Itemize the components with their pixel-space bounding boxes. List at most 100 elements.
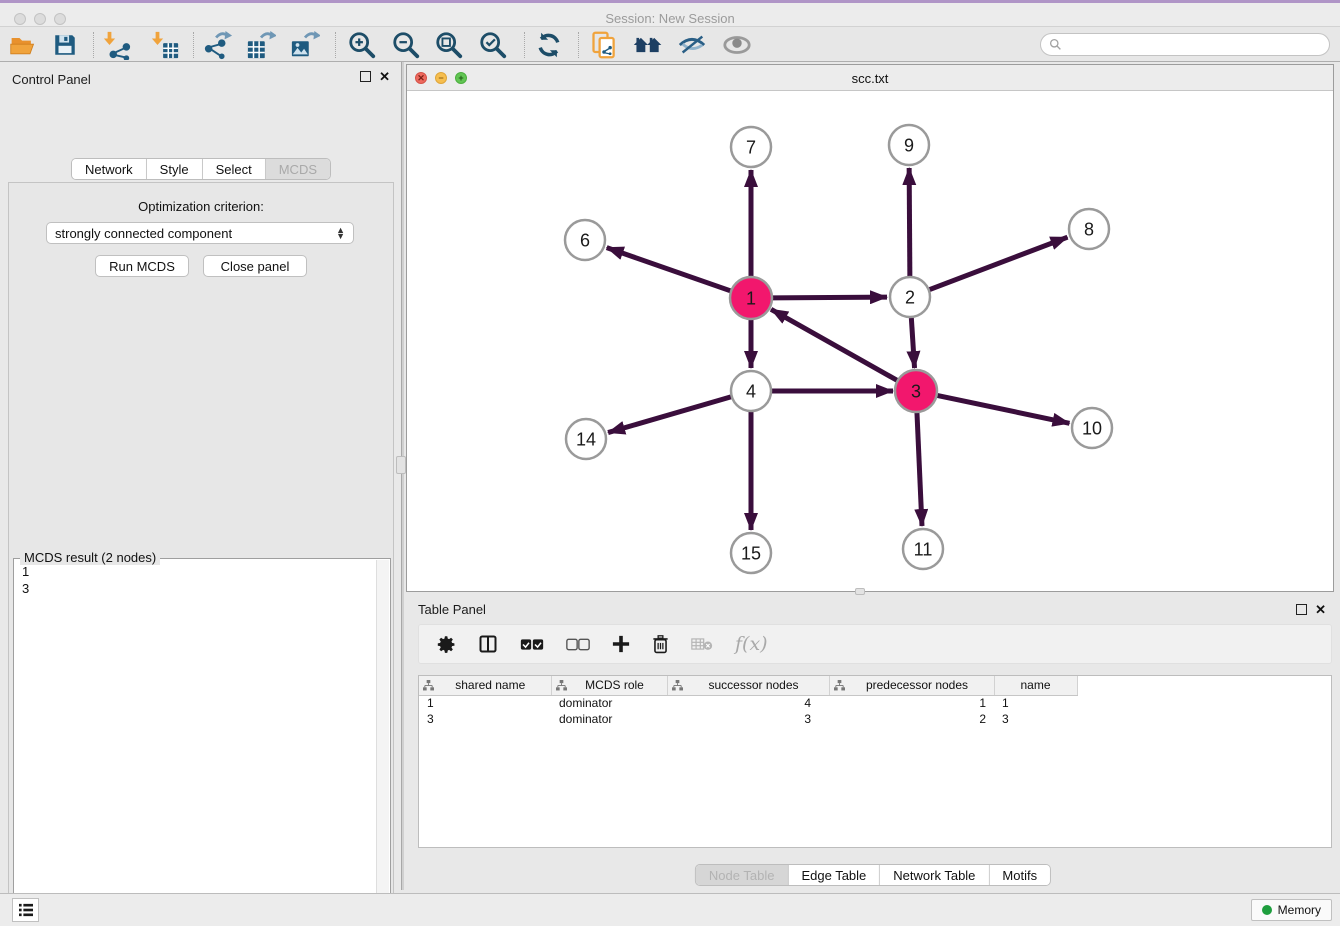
- column-header-MCDS-role[interactable]: MCDS role: [551, 676, 667, 695]
- task-history-button[interactable]: [12, 898, 39, 922]
- node-label: 8: [1084, 219, 1094, 239]
- edge-3-10[interactable]: [937, 395, 1070, 423]
- table-header-row: shared name MCDS role successor nodesprede…: [419, 676, 1331, 695]
- save-session-icon[interactable]: [48, 30, 82, 60]
- column-header-name[interactable]: name: [994, 676, 1077, 695]
- graph-node-2[interactable]: 2: [890, 277, 930, 317]
- show-columns-icon[interactable]: [478, 634, 498, 654]
- vertical-splitter[interactable]: [401, 62, 404, 890]
- export-network-icon[interactable]: [201, 30, 235, 60]
- search-field[interactable]: [1040, 33, 1330, 56]
- import-table-icon[interactable]: [148, 30, 182, 60]
- tab-network-table[interactable]: Network Table: [880, 865, 989, 885]
- close-panel-button[interactable]: Close panel: [203, 255, 307, 277]
- edge-3-1[interactable]: [771, 309, 898, 380]
- graph-node-7[interactable]: 7: [731, 127, 771, 167]
- zoom-in-icon[interactable]: [345, 30, 379, 60]
- edge-2-3[interactable]: [911, 318, 914, 368]
- first-neighbors-icon[interactable]: [631, 30, 665, 60]
- edge-2-9[interactable]: [909, 168, 910, 276]
- create-column-plus-icon[interactable]: [612, 635, 630, 653]
- column-header-shared-name[interactable]: shared name: [419, 676, 551, 695]
- table-cell[interactable]: 3: [994, 711, 1077, 727]
- table-cell-empty: [1077, 711, 1331, 727]
- table-cell[interactable]: 4: [667, 695, 829, 711]
- column-hierarchy-icon: [556, 680, 567, 691]
- table-cell[interactable]: 3: [667, 711, 829, 727]
- graph-node-9[interactable]: 9: [889, 125, 929, 165]
- edge-3-11[interactable]: [917, 412, 922, 526]
- table-row[interactable]: 1dominator411: [419, 695, 1331, 711]
- edge-1-6[interactable]: [607, 248, 731, 291]
- column-header-predecessor-nodes[interactable]: predecessor nodes: [829, 676, 994, 695]
- column-header-successor-nodes[interactable]: successor nodes: [667, 676, 829, 695]
- horizontal-splitter-grip[interactable]: [855, 588, 865, 595]
- close-panel-icon[interactable]: ✕: [379, 71, 390, 82]
- network-view-window: ✕ − + scc.txt 1234678910111415: [406, 64, 1334, 592]
- tab-motifs[interactable]: Motifs: [989, 865, 1050, 885]
- graph-node-15[interactable]: 15: [731, 533, 771, 573]
- tab-node-table[interactable]: Node Table: [696, 865, 789, 885]
- search-icon: [1049, 38, 1062, 51]
- graph-node-4[interactable]: 4: [731, 371, 771, 411]
- memory-button[interactable]: Memory: [1251, 899, 1332, 921]
- table-cell[interactable]: 1: [829, 695, 994, 711]
- control-panel-header: Control Panel ✕: [0, 62, 402, 94]
- graph-node-8[interactable]: 8: [1069, 209, 1109, 249]
- run-mcds-button[interactable]: Run MCDS: [95, 255, 189, 277]
- hide-selected-icon[interactable]: [675, 30, 709, 60]
- network-graph-canvas[interactable]: 1 2 3 4 6 7 8 9 10 11 14 15: [407, 91, 1333, 591]
- export-image-icon[interactable]: [288, 30, 322, 60]
- refresh-icon[interactable]: [532, 30, 566, 60]
- node-table[interactable]: shared name MCDS role successor nodesprede…: [418, 675, 1332, 848]
- delete-table-icon-disabled: [691, 637, 713, 651]
- zoom-out-icon[interactable]: [389, 30, 423, 60]
- edge-4-14[interactable]: [608, 397, 731, 433]
- tab-select[interactable]: Select: [203, 159, 266, 179]
- graph-node-11[interactable]: 11: [903, 529, 943, 569]
- table-cell[interactable]: 3: [419, 711, 551, 727]
- graph-node-1[interactable]: 1: [730, 277, 772, 319]
- delete-column-trash-icon[interactable]: [652, 635, 669, 654]
- table-cell[interactable]: 1: [419, 695, 551, 711]
- graph-node-14[interactable]: 14: [566, 419, 606, 459]
- table-row[interactable]: 3dominator323: [419, 711, 1331, 727]
- column-header-label: MCDS role: [567, 678, 663, 692]
- graph-node-3[interactable]: 3: [895, 370, 937, 412]
- mcds-result-list[interactable]: 13: [16, 563, 374, 926]
- select-all-columns-icon[interactable]: [520, 638, 544, 651]
- float-table-panel-icon[interactable]: [1296, 604, 1307, 615]
- table-cell[interactable]: 1: [994, 695, 1077, 711]
- unselect-all-columns-icon[interactable]: [566, 638, 590, 651]
- edge-1-2[interactable]: [772, 297, 887, 298]
- result-line: 3: [22, 580, 374, 597]
- table-cell[interactable]: 2: [829, 711, 994, 727]
- table-cell[interactable]: dominator: [551, 711, 667, 727]
- graph-node-10[interactable]: 10: [1072, 408, 1112, 448]
- node-label: 1: [746, 288, 756, 308]
- zoom-selected-icon[interactable]: [476, 30, 510, 60]
- show-all-icon[interactable]: [720, 30, 754, 60]
- zoom-fit-icon[interactable]: [432, 30, 466, 60]
- graph-node-6[interactable]: 6: [565, 220, 605, 260]
- edge-2-8[interactable]: [930, 237, 1068, 289]
- float-panel-icon[interactable]: [360, 71, 371, 82]
- import-network-icon[interactable]: [100, 30, 134, 60]
- tab-mcds[interactable]: MCDS: [266, 159, 330, 179]
- result-line: 1: [22, 563, 374, 580]
- new-network-from-selection-icon[interactable]: [587, 30, 621, 60]
- export-table-icon[interactable]: [244, 30, 278, 60]
- tab-network[interactable]: Network: [72, 159, 147, 179]
- open-folder-icon[interactable]: [6, 30, 40, 60]
- search-input[interactable]: [1062, 38, 1329, 52]
- close-table-panel-icon[interactable]: ✕: [1315, 604, 1326, 615]
- criterion-select[interactable]: strongly connected component ▲▼: [46, 222, 354, 244]
- tab-edge-table[interactable]: Edge Table: [788, 865, 880, 885]
- table-cell[interactable]: dominator: [551, 695, 667, 711]
- vertical-splitter-grip[interactable]: [396, 456, 406, 474]
- table-settings-gear-icon[interactable]: [437, 635, 456, 654]
- tab-style[interactable]: Style: [147, 159, 203, 179]
- result-scrollbar[interactable]: [376, 560, 389, 926]
- table-tabs: Node TableEdge TableNetwork TableMotifs: [695, 864, 1051, 886]
- memory-status-icon: [1262, 905, 1272, 915]
